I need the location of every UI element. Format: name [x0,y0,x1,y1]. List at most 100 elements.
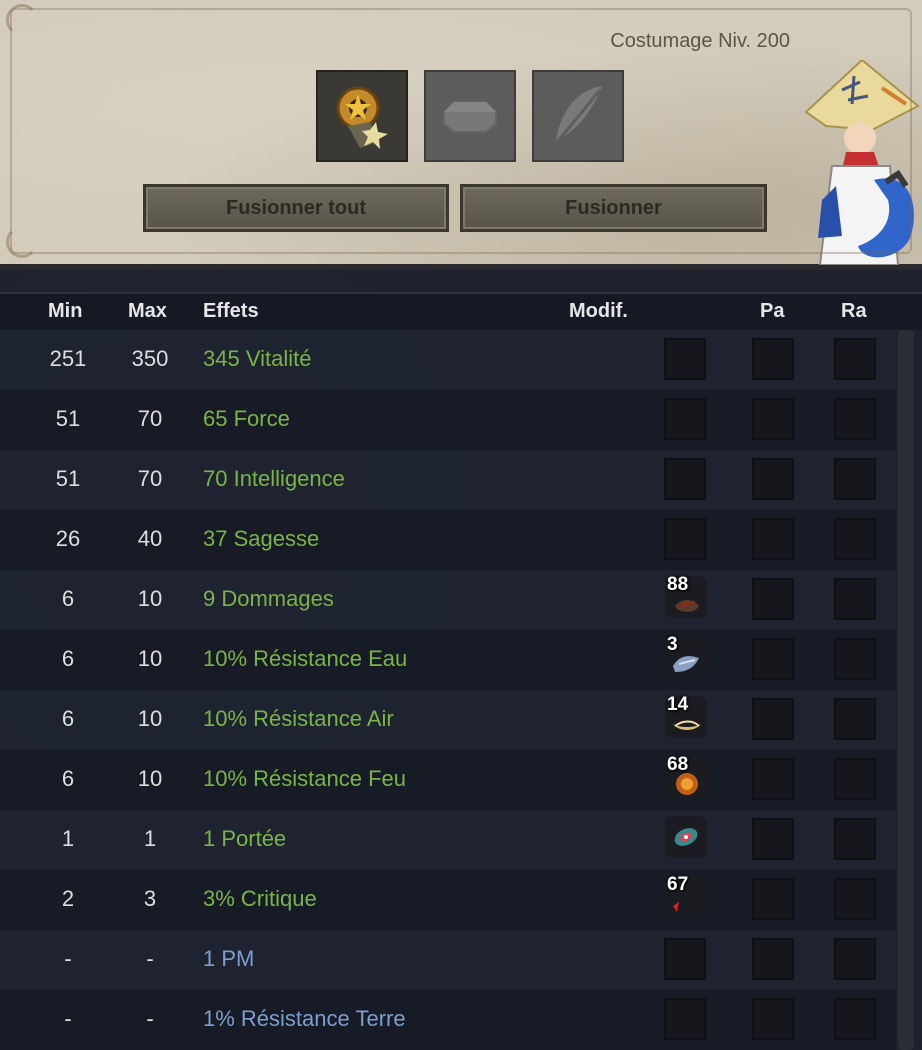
ra-slot[interactable] [834,458,876,500]
effect-label: 1% Résistance Terre [203,1006,406,1031]
effect-label: 65 Force [203,406,290,431]
effect-label: 37 Sagesse [203,526,320,551]
corner-ornament [6,226,38,258]
rune-button[interactable]: 68 [665,754,707,798]
pa-slot[interactable] [752,698,794,740]
column-header-min: Min [48,300,83,322]
ra-slot[interactable] [834,518,876,560]
table-row[interactable]: 6 10 9 Dommages 88 [0,570,896,630]
ra-slot[interactable] [834,878,876,920]
ra-slot[interactable] [834,938,876,980]
rune-count: 67 [667,874,689,895]
max-value: 3 [143,886,157,911]
range-rune-icon [674,828,698,846]
effect-label: 1 PM [203,946,255,971]
ra-slot[interactable] [834,758,876,800]
forgemagie-panel-header: Costumage Niv. 200 Fusionner tout Fusion… [0,0,922,270]
min-value: 6 [61,586,75,611]
table-row[interactable]: 1 1 1 Portée [0,810,896,870]
item-slot[interactable] [316,70,408,162]
table-row[interactable]: 51 70 65 Force [0,390,896,450]
modif-slot[interactable] [664,338,706,380]
modif-slot[interactable] [664,458,706,500]
min-value: 6 [61,766,75,791]
ra-slot[interactable] [834,338,876,380]
table-row[interactable]: 2 3 3% Critique 67 [0,870,896,930]
max-value: 1 [143,826,157,851]
modif-slot[interactable] [664,518,706,560]
max-value: 70 [137,406,163,431]
min-value: - [64,1006,72,1031]
effect-label: 9 Dommages [203,586,334,611]
rune-button[interactable]: 67 [665,874,707,918]
effects-table: Min Max Effets Modif. Pa Ra 251 350 345 Vi… [0,270,922,1050]
ra-slot[interactable] [834,698,876,740]
min-value: 6 [61,646,75,671]
table-row[interactable]: 251 350 345 Vitalité [0,330,896,390]
job-level-label: Costumage Niv. 200 [610,30,790,52]
table-row[interactable]: 6 10 10% Résistance Eau 3 [0,630,896,690]
ra-slot[interactable] [834,638,876,680]
pa-slot[interactable] [752,518,794,560]
rune-count: 14 [667,694,689,715]
rune-slot[interactable] [424,70,516,162]
fuse-button[interactable]: Fusionner [460,184,767,232]
max-value: 70 [137,466,163,491]
pa-slot[interactable] [752,818,794,860]
rune-button[interactable]: 3 [665,634,707,678]
rune-button[interactable]: 14 [665,694,707,738]
pa-slot[interactable] [752,578,794,620]
min-value: 251 [49,346,87,371]
effect-label: 345 Vitalité [203,346,312,371]
min-value: 2 [61,886,75,911]
octagon-slot-icon [443,101,497,133]
rune-count: 88 [667,574,689,595]
ra-slot[interactable] [834,998,876,1040]
min-value: 6 [61,706,75,731]
effect-label: 10% Résistance Air [203,706,394,731]
feather-slot-icon [552,86,602,147]
max-value: 10 [137,646,163,671]
ra-slot[interactable] [834,578,876,620]
effect-label: 10% Résistance Eau [203,646,408,671]
effect-label: 1 Portée [203,826,287,851]
column-header-max: Max [128,300,167,322]
effect-label: 70 Intelligence [203,466,345,491]
max-value: 10 [137,586,163,611]
column-header-ra: Ra [841,300,867,322]
character-avatar [804,60,920,265]
pa-slot[interactable] [752,338,794,380]
potion-slot[interactable] [532,70,624,162]
pa-slot[interactable] [752,638,794,680]
rune-button[interactable] [665,816,707,858]
pa-slot[interactable] [752,758,794,800]
table-row[interactable]: - - 1 PM [0,930,896,990]
rune-button[interactable]: 88 [665,574,707,618]
table-row[interactable]: 6 10 10% Résistance Air 14 [0,690,896,750]
modif-slot[interactable] [664,398,706,440]
effect-label: 3% Critique [203,886,317,911]
column-header-pa: Pa [760,300,785,322]
pa-slot[interactable] [752,458,794,500]
max-value: 350 [131,346,169,371]
table-row[interactable]: 26 40 37 Sagesse [0,510,896,570]
pa-slot[interactable] [752,878,794,920]
pa-slot[interactable] [752,998,794,1040]
table-row[interactable]: - - 1% Résistance Terre [0,990,896,1050]
max-value: 10 [137,766,163,791]
table-row[interactable]: 6 10 10% Résistance Feu 68 [0,750,896,810]
effect-label: 10% Résistance Feu [203,766,406,791]
modif-slot[interactable] [664,938,706,980]
max-value: - [146,946,154,971]
corner-ornament [6,4,38,36]
table-row[interactable]: 51 70 70 Intelligence [0,450,896,510]
rune-count: 68 [667,754,689,775]
ra-slot[interactable] [834,818,876,860]
pa-slot[interactable] [752,398,794,440]
min-value: 51 [55,466,81,491]
scrollbar[interactable] [898,330,914,1050]
ra-slot[interactable] [834,398,876,440]
pa-slot[interactable] [752,938,794,980]
fuse-all-button[interactable]: Fusionner tout [143,184,449,232]
modif-slot[interactable] [664,998,706,1040]
